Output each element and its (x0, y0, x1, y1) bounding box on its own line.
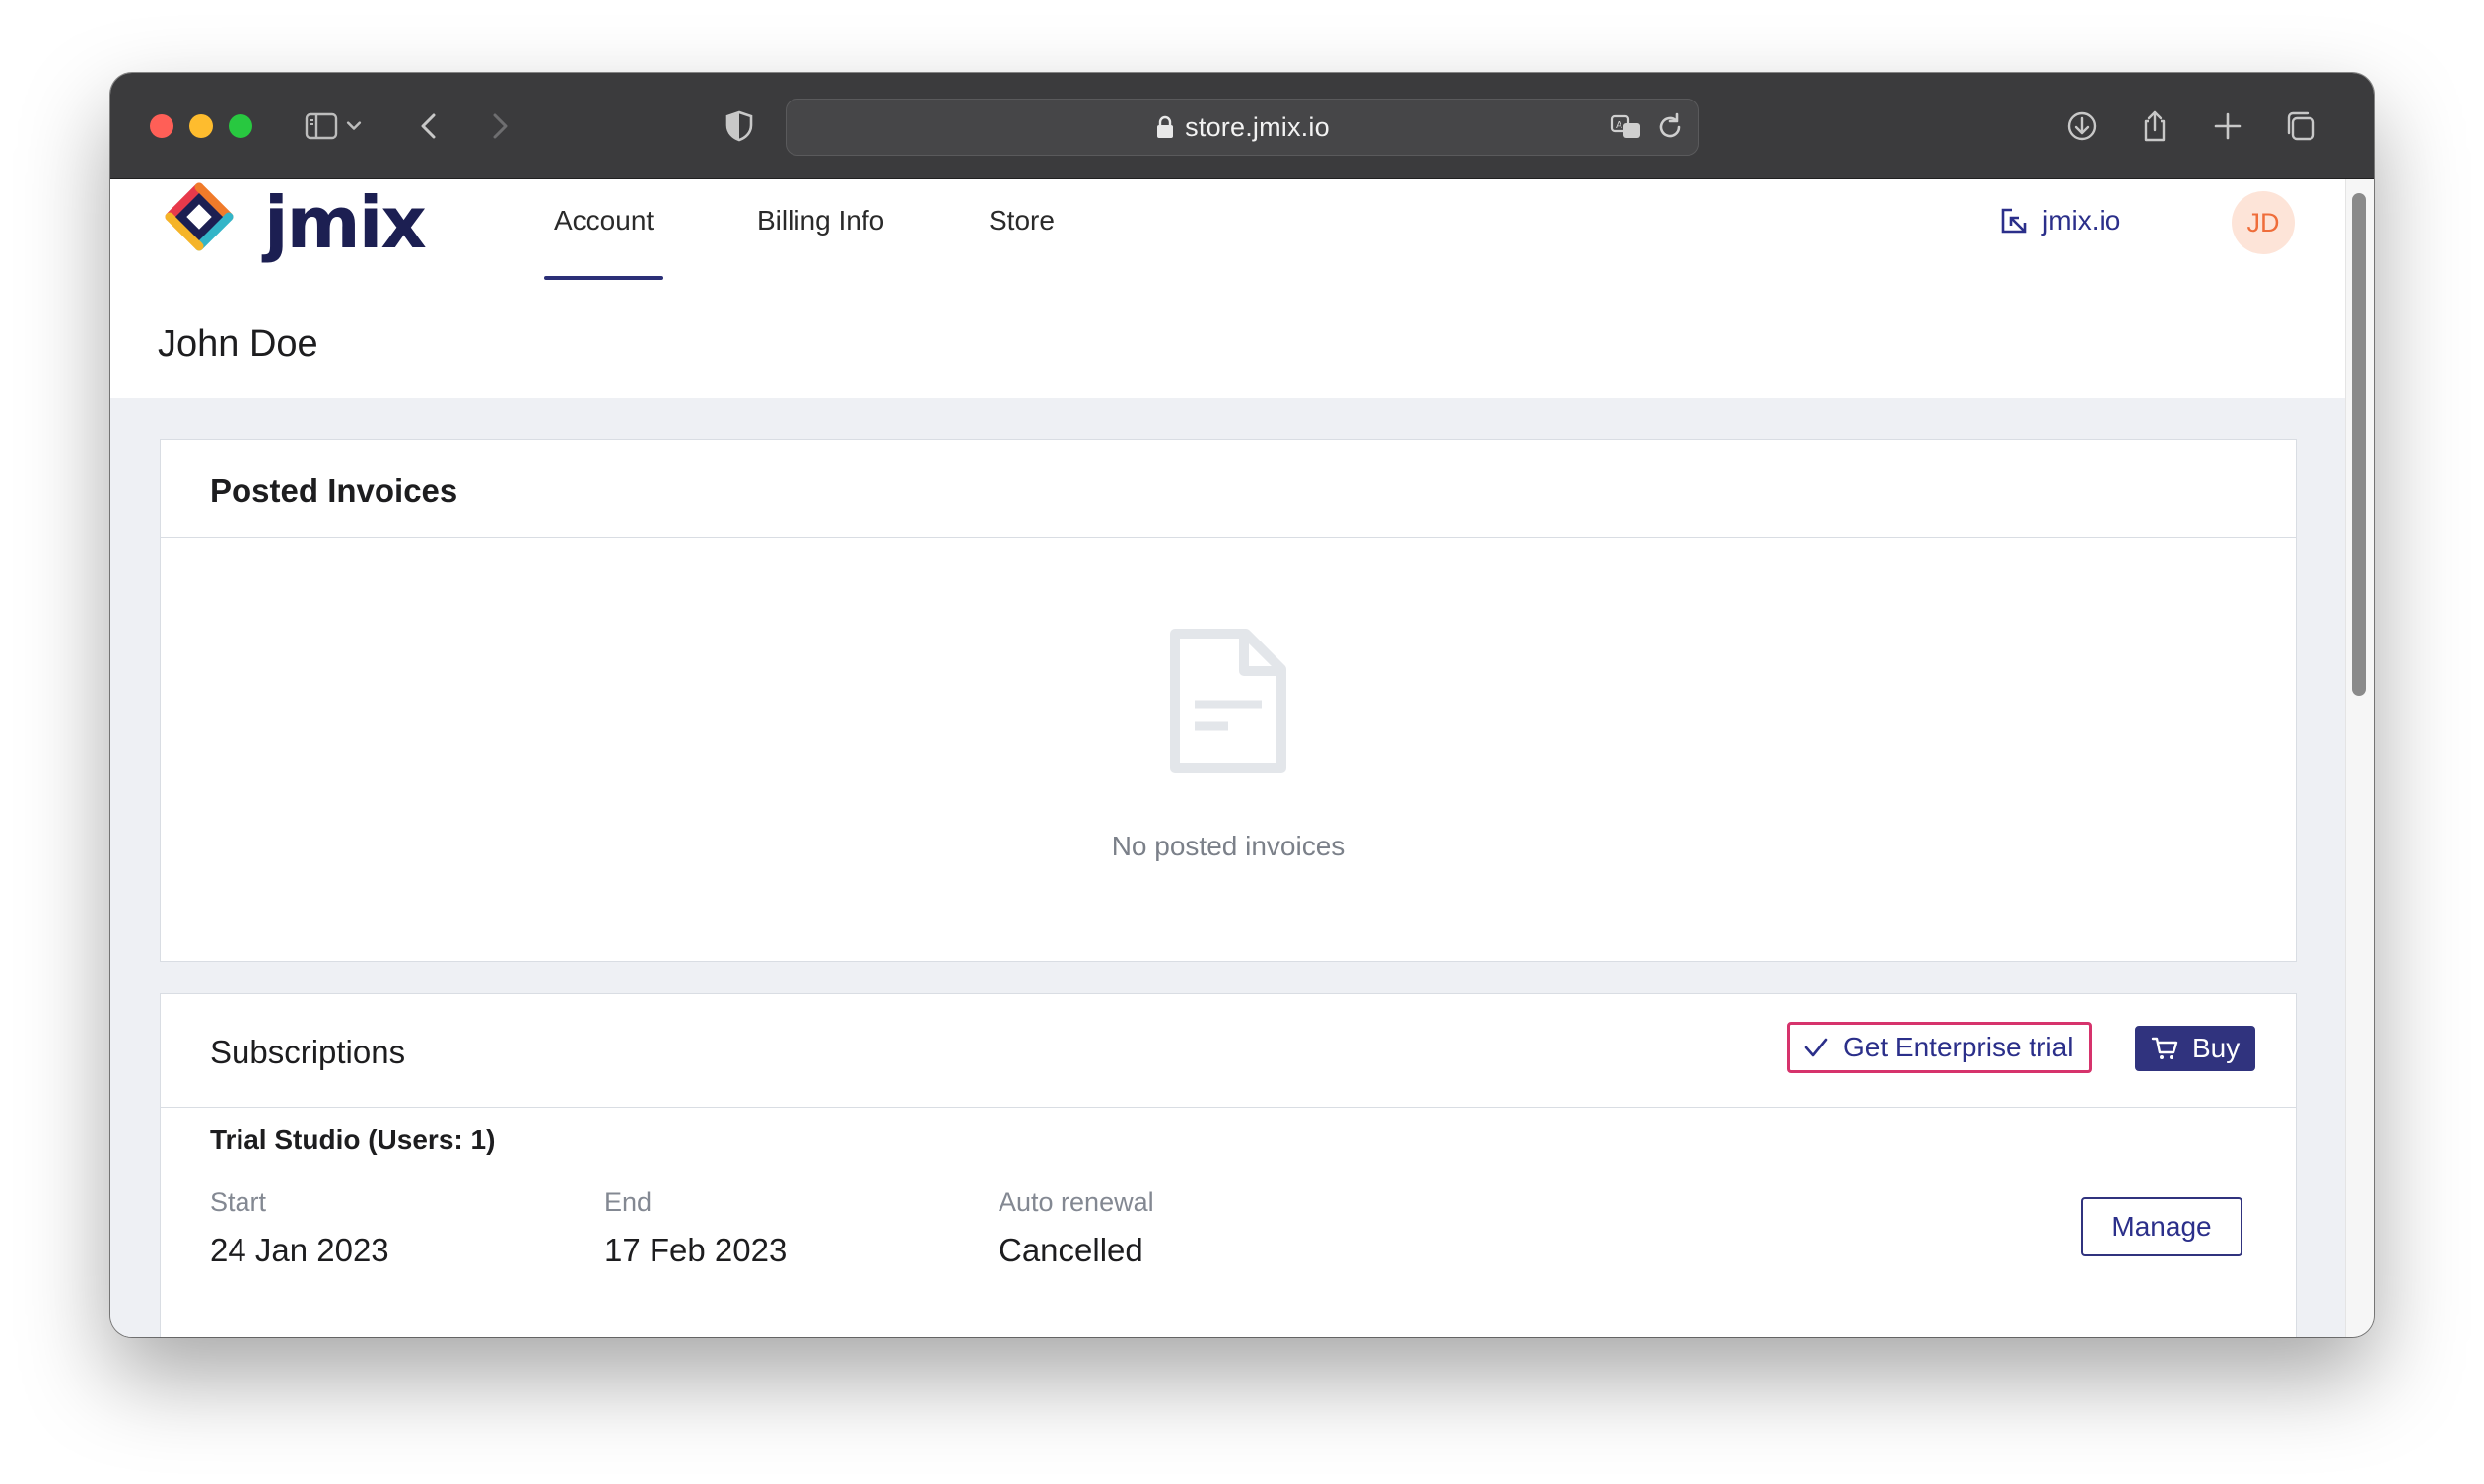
tab-store[interactable]: Store (989, 179, 1055, 280)
top-navigation: jmix Account Billing Info Store jmix.io … (110, 179, 2346, 284)
avatar[interactable]: JD (2232, 191, 2295, 254)
subscriptions-title: Subscriptions (210, 1034, 406, 1070)
close-window-button[interactable] (150, 114, 173, 138)
browser-window: store.jmix.io A jmix Account Billing Inf… (110, 73, 2374, 1337)
browser-toolbar: store.jmix.io A (110, 73, 2374, 179)
avatar-initials: JD (2246, 207, 2280, 237)
empty-state-text: No posted invoices (1111, 831, 1346, 861)
jmix-logo-mark-icon (165, 182, 234, 251)
manage-button[interactable]: Manage (2081, 1197, 2242, 1256)
jmix-io-link[interactable]: jmix.io (1999, 205, 2120, 236)
auto-renewal-label: Auto renewal (999, 1187, 1154, 1217)
jmix-io-link-label: jmix.io (2042, 205, 2121, 236)
end-label: End (604, 1187, 653, 1217)
start-label: Start (210, 1187, 267, 1217)
buy-label: Buy (2192, 1033, 2241, 1063)
subscription-end: End 17 Feb 2023 (604, 1187, 787, 1269)
end-value: 17 Feb 2023 (604, 1232, 788, 1268)
download-icon[interactable] (2058, 102, 2105, 150)
subscriptions-header: Subscriptions Get Enterprise trial Buy (161, 994, 2296, 1108)
manage-label: Manage (2111, 1211, 2212, 1242)
jmix-logo[interactable]: jmix (158, 179, 427, 266)
shield-icon[interactable] (716, 102, 763, 150)
lock-icon (1157, 115, 1174, 138)
get-enterprise-trial-button[interactable]: Get Enterprise trial (1787, 1022, 2093, 1073)
forward-icon[interactable] (475, 102, 522, 150)
translate-icon[interactable]: A (1609, 109, 1644, 145)
minimize-window-button[interactable] (189, 114, 213, 138)
tab-account-label: Account (554, 205, 655, 236)
chevron-down-icon[interactable] (339, 102, 369, 150)
back-icon[interactable] (406, 102, 453, 150)
get-enterprise-trial-label: Get Enterprise trial (1843, 1032, 2074, 1062)
tabs-overview-icon[interactable] (2277, 102, 2324, 150)
buy-button[interactable]: Buy (2135, 1026, 2256, 1071)
subscription-auto-renewal: Auto renewal Cancelled (999, 1187, 1154, 1269)
logo-text: jmix (264, 181, 427, 264)
url-text: store.jmix.io (1185, 111, 1330, 142)
auto-renewal-value: Cancelled (999, 1232, 1143, 1268)
posted-invoices-empty-state: No posted invoices (161, 537, 2296, 961)
cart-icon (2151, 1037, 2178, 1059)
svg-text:A: A (1616, 120, 1622, 131)
page-title: John Doe (158, 323, 318, 365)
start-value: 24 Jan 2023 (210, 1232, 389, 1268)
new-tab-icon[interactable] (2204, 102, 2251, 150)
reload-icon[interactable] (1652, 109, 1688, 145)
tab-billing-info-label: Billing Info (757, 205, 885, 236)
tab-account[interactable]: Account (543, 179, 664, 280)
subscription-start: Start 24 Jan 2023 (210, 1187, 389, 1269)
share-icon[interactable] (2131, 102, 2178, 150)
subscriptions-card: Subscriptions Get Enterprise trial Buy T… (160, 993, 2297, 1337)
scrollbar-thumb[interactable] (2352, 193, 2366, 696)
posted-invoices-card: Posted Invoices No posted invoices (160, 439, 2297, 962)
page-scrollbar[interactable] (2345, 179, 2374, 1337)
sidebar-icon[interactable] (298, 102, 345, 150)
user-header: John Doe (110, 284, 2346, 398)
subscription-name: Trial Studio (Users: 1) (210, 1124, 496, 1155)
zoom-window-button[interactable] (229, 114, 252, 138)
tab-store-label: Store (989, 205, 1055, 236)
posted-invoices-title: Posted Invoices (210, 472, 458, 508)
external-link-icon (2001, 208, 2027, 234)
posted-invoices-header: Posted Invoices (161, 440, 2296, 538)
address-bar[interactable]: store.jmix.io A (786, 99, 1699, 156)
document-icon (1170, 629, 1286, 773)
web-page: jmix Account Billing Info Store jmix.io … (110, 179, 2346, 1337)
tab-billing-info[interactable]: Billing Info (757, 179, 884, 280)
checkmark-icon (1804, 1038, 1828, 1057)
